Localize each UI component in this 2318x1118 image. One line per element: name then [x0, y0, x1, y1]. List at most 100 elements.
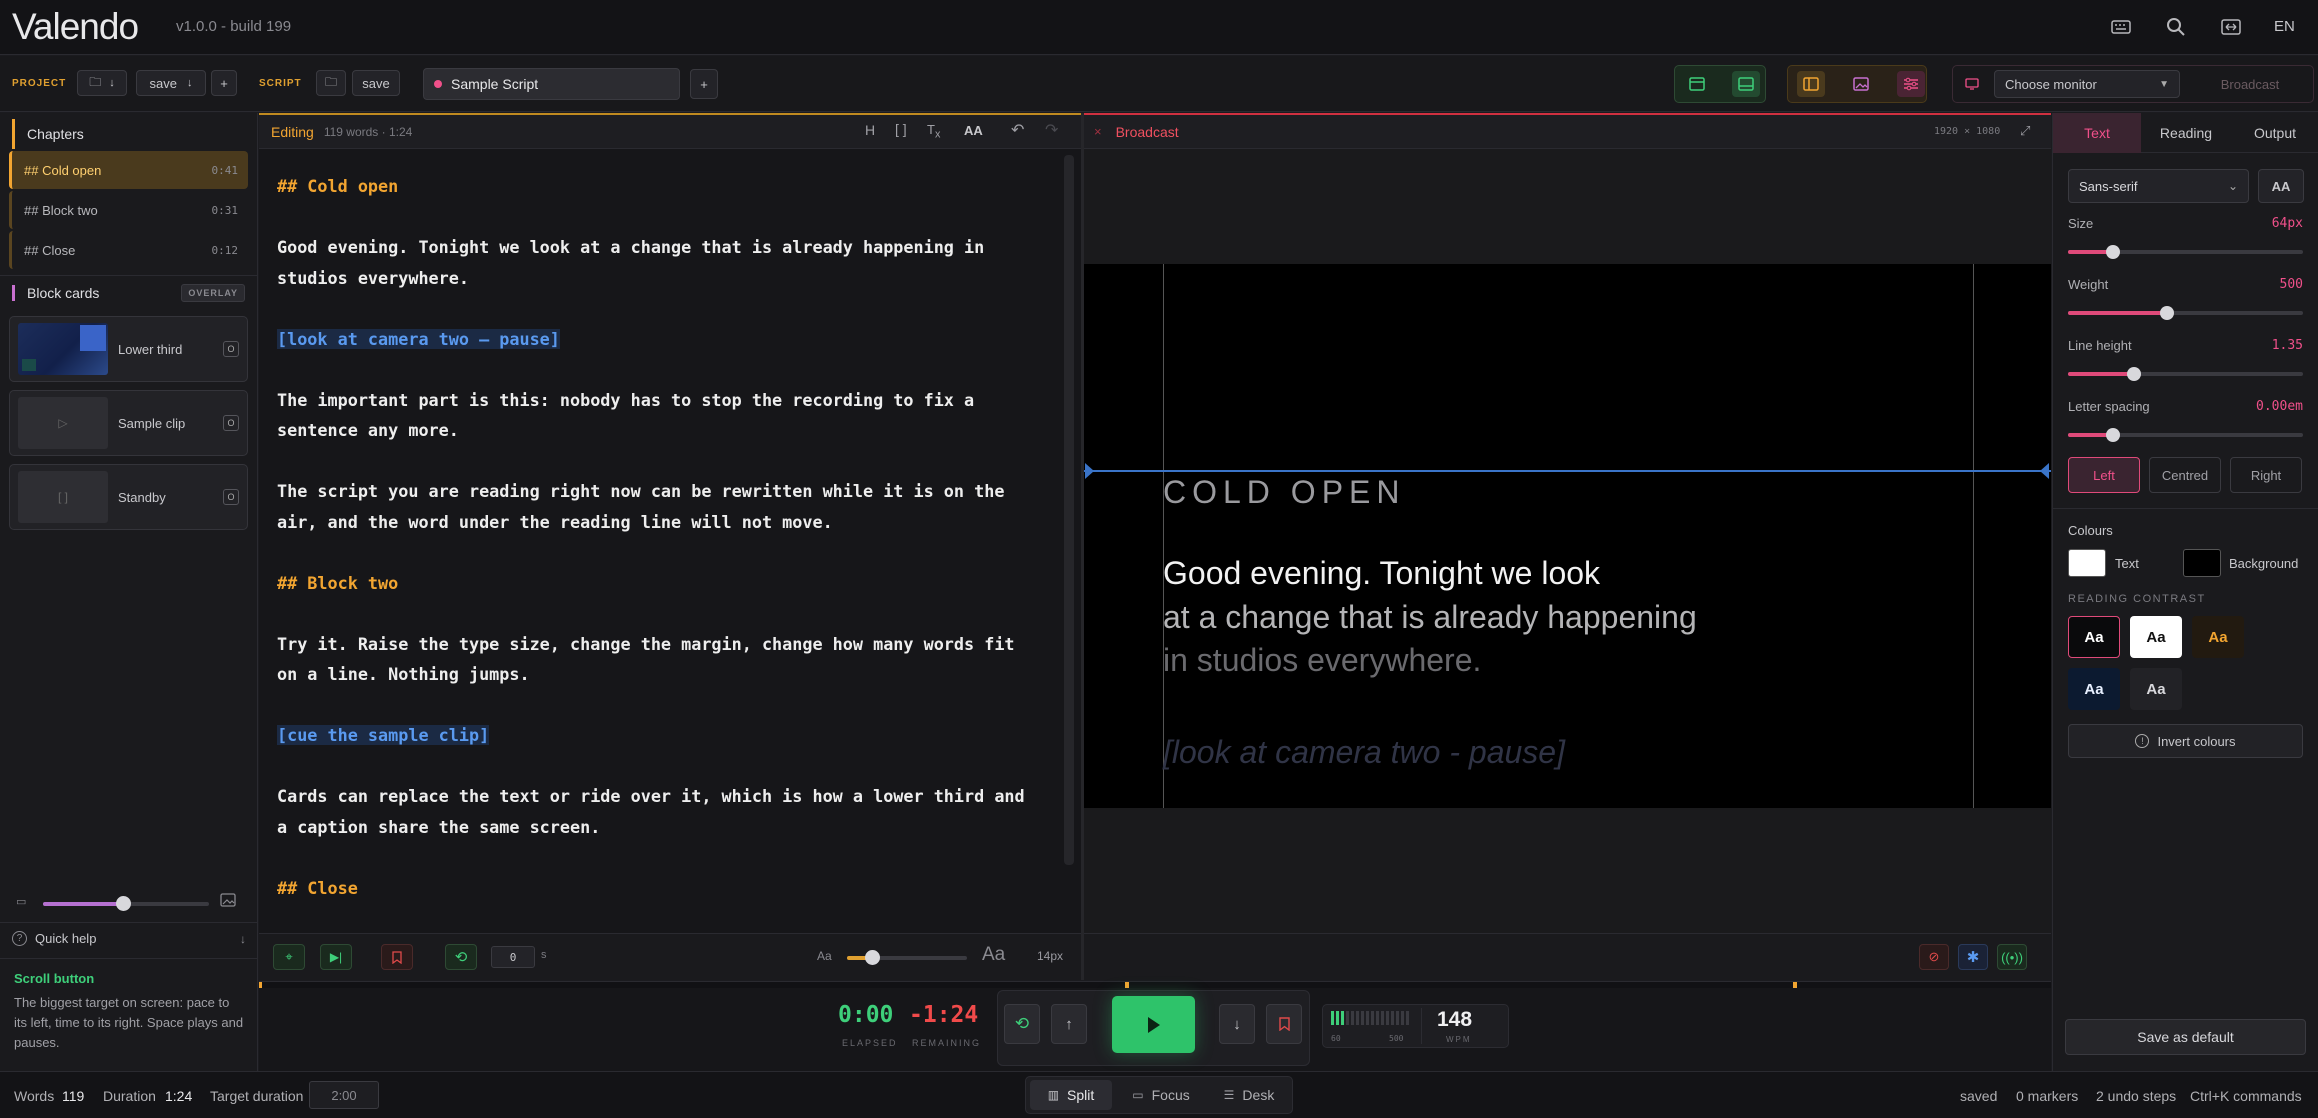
reading-line-handle-right[interactable]: [2040, 463, 2049, 479]
new-script-button[interactable]: +: [690, 69, 718, 99]
card-standby[interactable]: [ ] Standby O: [9, 464, 248, 530]
view-split-button[interactable]: ▥ Split: [1030, 1080, 1112, 1110]
align-centre-button[interactable]: Centred: [2149, 457, 2221, 493]
no-signal-icon[interactable]: ⊘: [1919, 944, 1949, 970]
expand-icon[interactable]: ⤢: [2020, 123, 2030, 139]
undo-icon[interactable]: ↶: [1011, 120, 1024, 140]
overlay-badge[interactable]: OVERLAY: [181, 284, 245, 302]
weight-slider[interactable]: [2068, 306, 2303, 320]
monitor-select[interactable]: Choose monitor ▼: [1994, 70, 2180, 98]
clear-format-icon[interactable]: Tx: [927, 122, 940, 141]
size-slider[interactable]: [2068, 245, 2303, 259]
save-default-button[interactable]: Save as default: [2065, 1019, 2306, 1055]
contrast-white-on-black[interactable]: Aa: [2068, 616, 2120, 658]
sidebar: Chapters ## Cold open 0:41 ## Block two 0:3…: [0, 113, 258, 1071]
reading-line-handle-left[interactable]: [1085, 463, 1094, 479]
remote-icon[interactable]: ((•)): [1997, 944, 2027, 970]
target-duration-input[interactable]: 2:00: [309, 1081, 379, 1109]
settings-sliders-icon[interactable]: [1897, 71, 1925, 97]
script-line: [277, 690, 1067, 721]
project-save-button[interactable]: save ↓: [136, 70, 206, 96]
broadcast-button[interactable]: Broadcast: [2192, 70, 2308, 98]
script-open-button[interactable]: 🗀: [316, 70, 346, 96]
broadcast-cue: [look at camera two - pause]: [1163, 734, 1565, 770]
tab-text[interactable]: Text: [2053, 113, 2141, 153]
skip-to-end-icon[interactable]: ▶|: [320, 944, 352, 970]
previous-chapter-icon[interactable]: ↑: [1051, 1004, 1087, 1044]
project-add-button[interactable]: +: [211, 70, 237, 96]
card-overlay-toggle[interactable]: O: [223, 341, 239, 357]
script-text[interactable]: ## Cold open Good evening. Tonight we lo…: [277, 171, 1067, 903]
invert-colours-button[interactable]: ! Invert colours: [2068, 724, 2303, 758]
view-desk-button[interactable]: ☰ Desk: [1208, 1080, 1290, 1110]
block-cards-title: Block cards: [12, 285, 99, 301]
loop-icon[interactable]: ⟲: [445, 944, 477, 970]
show-transport-icon[interactable]: [1732, 71, 1760, 97]
bookmark-icon[interactable]: [381, 944, 413, 970]
add-marker-icon[interactable]: [1266, 1004, 1302, 1044]
keyboard-icon[interactable]: [2108, 14, 2134, 40]
countdown-input[interactable]: 0: [491, 946, 535, 968]
pace-bar: [1361, 1011, 1364, 1025]
view-focus-button[interactable]: ▭ Focus: [1120, 1080, 1202, 1110]
card-overlay-toggle[interactable]: O: [223, 415, 239, 431]
background-colour-swatch[interactable]: [2183, 549, 2221, 577]
card-lower-third[interactable]: Lower third O: [9, 316, 248, 382]
mirror-icon[interactable]: ✱: [1958, 944, 1988, 970]
script-line: [277, 751, 1067, 782]
app-version: v1.0.0 - build 199: [176, 18, 292, 35]
letter-spacing-slider[interactable]: [2068, 428, 2303, 442]
cue-brackets-icon[interactable]: [ ]: [895, 121, 907, 137]
text-colour-swatch[interactable]: [2068, 549, 2106, 577]
script-tab[interactable]: Sample Script: [423, 68, 680, 100]
pace-bar: [1386, 1011, 1389, 1025]
script-line: [277, 202, 1067, 233]
card-overlay-toggle[interactable]: O: [223, 489, 239, 505]
command-hint[interactable]: Ctrl+K commands: [2190, 1088, 2302, 1104]
script-line: [277, 293, 1067, 324]
align-left-button[interactable]: Left: [2068, 457, 2140, 493]
uppercase-icon[interactable]: AA: [964, 123, 983, 138]
chapter-item[interactable]: ## Block two 0:31: [9, 191, 248, 229]
font-family-value: Sans-serif: [2079, 178, 2138, 194]
focus-mode-icon[interactable]: ⌖: [273, 944, 305, 970]
heading-icon[interactable]: H: [865, 122, 875, 138]
uppercase-toggle[interactable]: AA: [2258, 169, 2304, 203]
script-line: Cards can replace the text or ride over …: [277, 781, 1067, 812]
sidebar-toggle-icon[interactable]: [1797, 71, 1825, 97]
plus-icon: +: [700, 76, 708, 92]
fit-width-icon[interactable]: [2218, 14, 2244, 40]
font-family-select[interactable]: Sans-serif ⌄: [2068, 169, 2249, 203]
script-save-button[interactable]: save: [352, 70, 400, 96]
progress-strip[interactable]: [259, 982, 2051, 988]
contrast-black-on-white[interactable]: Aa: [2130, 616, 2182, 658]
quick-help-header[interactable]: ? Quick help ↓: [12, 931, 246, 946]
search-icon[interactable]: [2163, 14, 2189, 40]
editor-font-slider[interactable]: [847, 950, 967, 965]
contrast-amber[interactable]: Aa: [2192, 616, 2244, 658]
align-right-button[interactable]: Right: [2230, 457, 2302, 493]
image-panel-icon[interactable]: [1847, 71, 1875, 97]
chapter-item[interactable]: ## Cold open 0:41: [9, 151, 248, 189]
tab-output[interactable]: Output: [2231, 113, 2318, 153]
chapter-heading: ## Cold open: [277, 176, 399, 196]
line-height-slider[interactable]: [2068, 367, 2303, 381]
contrast-grey[interactable]: Aa: [2130, 668, 2182, 710]
play-button[interactable]: [1112, 996, 1195, 1053]
contrast-navy[interactable]: Aa: [2068, 668, 2120, 710]
reading-line[interactable]: [1084, 470, 2051, 472]
redo-icon[interactable]: ↷: [1045, 120, 1058, 140]
card-sample-clip[interactable]: ▷ Sample clip O: [9, 390, 248, 456]
thumbnail-size-slider[interactable]: [43, 896, 209, 911]
chevron-down-icon: ↓: [109, 77, 115, 89]
language-switch[interactable]: EN: [2274, 18, 2295, 35]
next-chapter-icon[interactable]: ↓: [1219, 1004, 1255, 1044]
tab-reading[interactable]: Reading: [2141, 113, 2231, 153]
duration-label: Duration: [103, 1088, 156, 1104]
chapter-item[interactable]: ## Close 0:12: [9, 231, 248, 269]
show-editor-icon[interactable]: [1683, 71, 1711, 97]
restart-icon[interactable]: ⟲: [1004, 1004, 1040, 1044]
editor-scrollbar[interactable]: [1064, 155, 1074, 865]
project-open-button[interactable]: 🗀 ↓: [77, 70, 127, 96]
close-icon[interactable]: ×: [1094, 124, 1102, 139]
